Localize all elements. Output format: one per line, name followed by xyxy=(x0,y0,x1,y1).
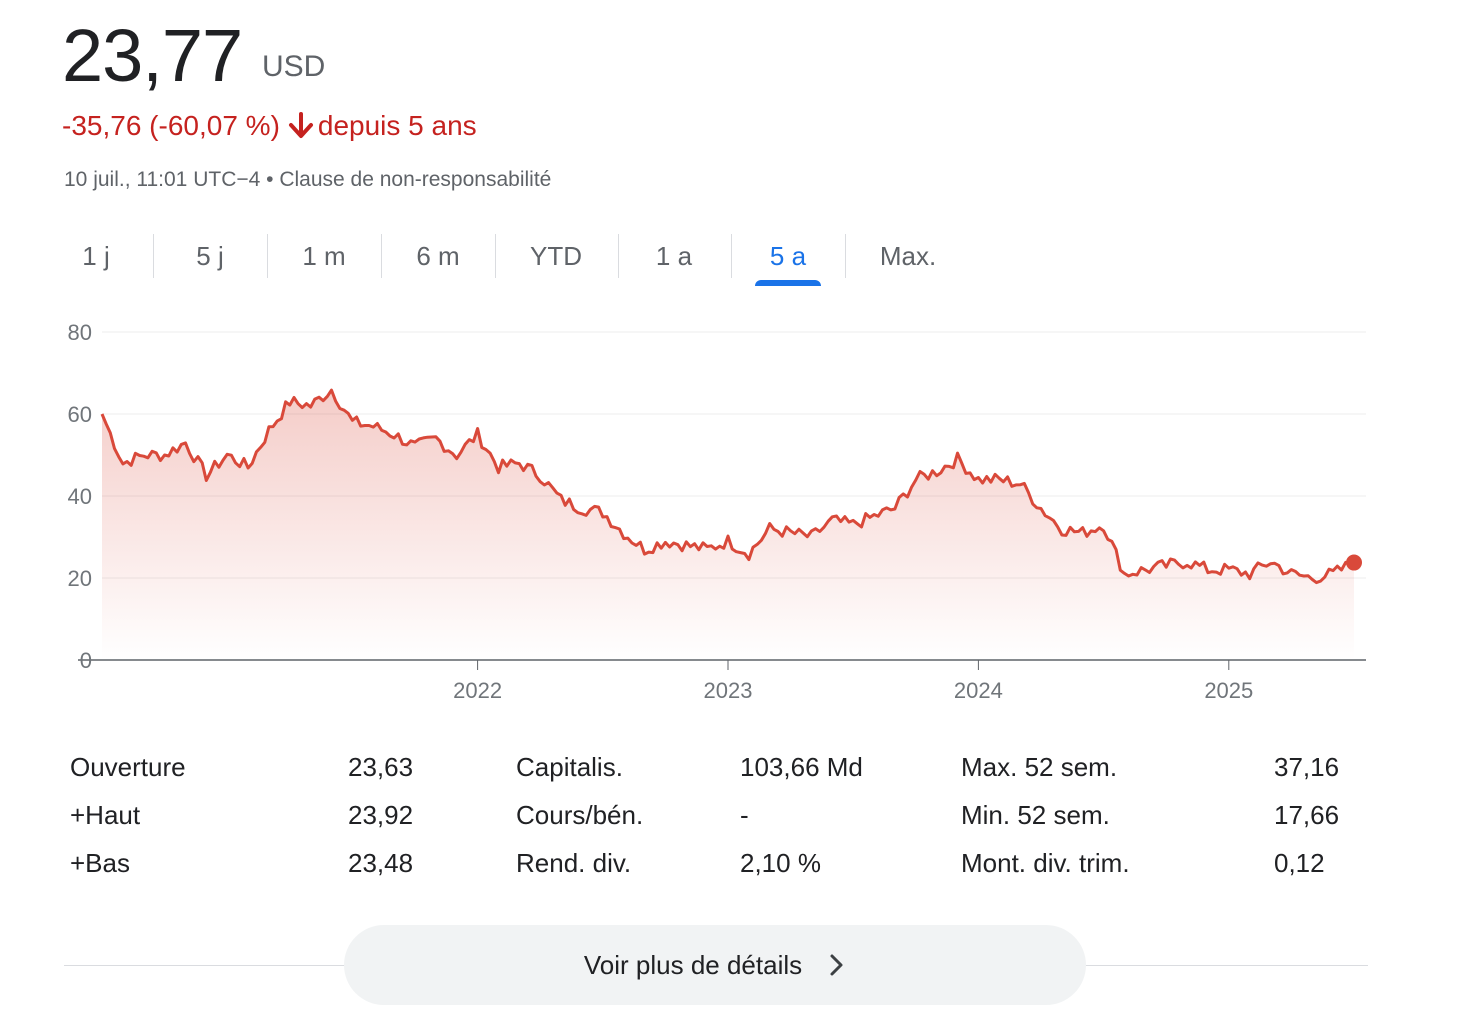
tab-separator xyxy=(495,234,496,278)
stat-label: Min. 52 sem. xyxy=(961,800,1110,830)
y-tick-label: 40 xyxy=(68,484,92,509)
y-tick-label: 20 xyxy=(68,566,92,591)
active-tab-indicator xyxy=(755,280,821,286)
more-details-label: Voir plus de détails xyxy=(583,949,803,980)
stat-label: +Haut xyxy=(70,800,141,830)
tab-separator xyxy=(381,234,382,278)
stat-label: Capitalis. xyxy=(516,752,623,782)
timestamp-disclaimer[interactable]: 10 juil., 11:01 UTC−4 • Clause de non-re… xyxy=(64,168,551,192)
tab-separator xyxy=(267,234,268,278)
current-price: 23,77 xyxy=(62,14,243,97)
tab-ytd[interactable]: YTD xyxy=(516,232,596,280)
x-tick-label: 2025 xyxy=(1204,678,1253,703)
stat-label: Ouverture xyxy=(70,752,186,782)
x-tick-label: 2023 xyxy=(704,678,753,703)
stat-label: Cours/bén. xyxy=(516,800,644,830)
tab-5y[interactable]: 5 a xyxy=(752,232,824,286)
stat-value: 23,63 xyxy=(348,752,414,782)
arrow-down-icon xyxy=(288,112,313,138)
more-details-button[interactable]: Voir plus de détails xyxy=(344,925,1086,1005)
x-axis: 2022 2023 2024 2025 xyxy=(453,660,1253,703)
stat-value: 23,48 xyxy=(348,848,414,878)
price-chart[interactable]: 80 60 40 20 0 2022 2023 2024 2025 xyxy=(0,310,1464,710)
x-tick-label: 2022 xyxy=(453,678,502,703)
x-tick-label: 2024 xyxy=(954,678,1003,703)
price-change: -35,76 (-60,07 %) depuis 5 ans xyxy=(62,110,477,142)
stat-value: 23,92 xyxy=(348,800,414,830)
stat-value: 37,16 xyxy=(1274,752,1340,782)
tab-separator xyxy=(153,234,154,278)
stat-value: 103,66 Md xyxy=(740,752,863,782)
key-stats: Ouverture 23,63 +Haut 23,92 +Bas 23,48 C… xyxy=(70,744,1360,894)
tab-separator xyxy=(618,234,619,278)
tab-1y[interactable]: 1 a xyxy=(638,232,710,280)
tab-1m[interactable]: 1 m xyxy=(288,232,360,280)
stat-value: - xyxy=(740,800,749,830)
stat-label: Max. 52 sem. xyxy=(961,752,1118,782)
range-tabs: 1 j 5 j 1 m 6 m YTD 1 a 5 a Max. xyxy=(40,232,980,288)
tab-separator xyxy=(845,234,846,278)
stat-label: Mont. div. trim. xyxy=(961,848,1130,878)
stat-label: +Bas xyxy=(70,848,130,878)
y-tick-label: 60 xyxy=(68,402,92,427)
y-tick-label: 80 xyxy=(68,320,92,345)
tab-5d[interactable]: 5 j xyxy=(174,232,246,280)
tab-max[interactable]: Max. xyxy=(866,232,950,280)
stat-label: Rend. div. xyxy=(516,848,632,878)
change-period: depuis 5 ans xyxy=(317,110,477,141)
current-price-marker xyxy=(1346,554,1362,571)
stat-value: 0,12 xyxy=(1274,848,1325,878)
y-axis: 80 60 40 20 0 xyxy=(68,320,92,673)
chevron-right-icon xyxy=(830,954,843,976)
tab-6m[interactable]: 6 m xyxy=(402,232,474,280)
tab-separator xyxy=(731,234,732,278)
change-value: -35,76 (-60,07 %) xyxy=(62,110,280,141)
stat-value: 17,66 xyxy=(1274,800,1340,830)
price-area-fill xyxy=(102,390,1354,660)
currency-label: USD xyxy=(262,50,326,83)
y-tick-label: 0 xyxy=(80,648,92,673)
tab-1d[interactable]: 1 j xyxy=(60,232,132,280)
stat-value: 2,10 % xyxy=(740,848,821,878)
